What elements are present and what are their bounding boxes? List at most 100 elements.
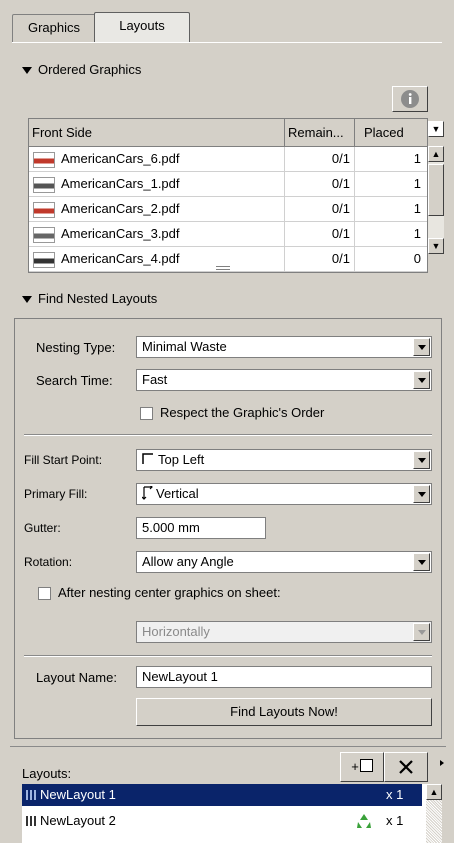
car-thumbnail-icon [33, 226, 55, 243]
car-thumbnail-icon [33, 176, 55, 193]
nesting-type-label: Nesting Type: [36, 340, 116, 355]
layouts-scrollbar[interactable]: ▲ [426, 784, 442, 843]
delete-layout-button[interactable] [384, 752, 428, 782]
search-time-label: Search Time: [36, 373, 113, 388]
layout-item-count: x 1 [386, 813, 404, 828]
table-row[interactable]: AmericanCars_1.pdf 0/1 1 [29, 172, 427, 197]
ordered-graphics-title: Ordered Graphics [38, 62, 142, 77]
find-layouts-now-label: Find Layouts Now! [230, 704, 338, 719]
divider [10, 746, 446, 747]
find-nested-header[interactable]: Find Nested Layouts [22, 291, 157, 306]
find-nested-title: Find Nested Layouts [38, 291, 158, 306]
cell-remaining: 0/1 [285, 172, 355, 196]
layouts-label: Layouts: [22, 766, 72, 781]
divider [24, 434, 432, 436]
cell-name: AmericanCars_1.pdf [29, 172, 285, 196]
graphic-name: AmericanCars_2.pdf [61, 201, 180, 216]
chevron-down-icon [413, 623, 430, 641]
scroll-down-arrow-icon[interactable]: ▼ [428, 238, 444, 254]
cell-remaining: 0/1 [285, 247, 355, 271]
add-layout-label: + [351, 759, 359, 774]
menu-arrow-icon[interactable] [440, 760, 444, 766]
scroll-thumb[interactable] [428, 164, 444, 216]
add-layout-button[interactable]: + [340, 752, 384, 782]
cell-name: AmericanCars_3.pdf [29, 222, 285, 246]
chevron-down-icon[interactable] [413, 451, 430, 469]
car-thumbnail-icon [33, 251, 55, 268]
cell-placed: 1 [413, 226, 421, 241]
gutter-value: 5.000 mm [142, 520, 200, 535]
graphic-name: AmericanCars_3.pdf [61, 226, 180, 241]
layout-item-count: x 1 [386, 787, 404, 802]
find-layouts-now-button[interactable]: Find Layouts Now! [136, 698, 432, 726]
cell-placed: 0 [413, 251, 421, 266]
layout-item[interactable]: NewLayout 1 x 1 [22, 784, 422, 806]
column-remaining[interactable]: Remain... [285, 119, 355, 146]
cell-remaining: 0/1 [285, 147, 355, 171]
center-graphics-checkbox[interactable] [38, 587, 51, 600]
nesting-type-select[interactable]: Minimal Waste [136, 336, 432, 358]
layout-name-input[interactable]: NewLayout 1 [136, 666, 432, 688]
table-row[interactable]: AmericanCars_6.pdf 0/1 1 [29, 147, 427, 172]
search-time-select[interactable]: Fast [136, 369, 432, 391]
layout-item[interactable]: NewLayout 2 x 1 [22, 810, 422, 832]
ordered-graphics-table: Front Side Remain... Placed AmericanCars… [28, 118, 428, 273]
tab-layouts[interactable]: Layouts [94, 12, 190, 43]
primary-fill-value: Vertical [156, 486, 199, 501]
scroll-up-arrow-icon[interactable]: ▲ [426, 784, 442, 800]
car-thumbnail-icon [33, 201, 55, 218]
recycle-icon [357, 814, 371, 828]
fill-start-value: Top Left [158, 452, 205, 467]
new-layout-icon [359, 759, 373, 772]
column-placed[interactable]: Placed [355, 119, 425, 146]
center-graphics-label: After nesting center graphics on sheet: [58, 585, 281, 600]
rotation-select[interactable]: Allow any Angle [136, 551, 432, 573]
gutter-label: Gutter: [24, 521, 61, 535]
top-left-corner-icon [142, 453, 153, 464]
cell-remaining: 0/1 [285, 197, 355, 221]
chevron-down-icon[interactable] [413, 338, 430, 356]
chevron-down-icon[interactable] [413, 553, 430, 571]
scroll-up-arrow-icon[interactable]: ▲ [428, 146, 444, 162]
tab-layouts-label: Layouts [119, 18, 165, 33]
table-header: Front Side Remain... Placed [29, 119, 427, 147]
layout-item-name: NewLayout 1 [40, 787, 116, 802]
table-scrollbar[interactable]: ▲ ▼ [428, 146, 444, 254]
primary-fill-label: Primary Fill: [24, 487, 88, 501]
graphic-name: AmericanCars_1.pdf [61, 176, 180, 191]
cell-placed: 1 [413, 151, 421, 166]
fill-start-label: Fill Start Point: [24, 453, 103, 467]
scroll-to-end-icon[interactable]: ▼ [428, 121, 444, 137]
center-direction-select: Horizontally [136, 621, 432, 643]
collapse-triangle-icon [22, 67, 32, 75]
ordered-graphics-header[interactable]: Ordered Graphics [22, 62, 141, 77]
respect-order-checkbox[interactable] [140, 407, 153, 420]
cell-name: AmericanCars_2.pdf [29, 197, 285, 221]
table-row[interactable]: AmericanCars_3.pdf 0/1 1 [29, 222, 427, 247]
search-time-value: Fast [142, 372, 168, 387]
tab-divider [12, 42, 442, 43]
layout-name-label: Layout Name: [36, 670, 117, 685]
table-row[interactable]: AmericanCars_2.pdf 0/1 1 [29, 197, 427, 222]
chevron-down-icon[interactable] [413, 371, 430, 389]
center-direction-value: Horizontally [142, 624, 210, 639]
cell-placed: 1 [413, 176, 421, 191]
rotation-value: Allow any Angle [142, 554, 234, 569]
splitter-grip[interactable] [216, 266, 230, 270]
primary-fill-select[interactable]: Vertical [136, 483, 432, 505]
fill-start-select[interactable]: Top Left [136, 449, 432, 471]
gutter-input[interactable]: 5.000 mm [136, 517, 266, 539]
info-button[interactable] [392, 86, 428, 112]
tab-graphics[interactable]: Graphics [12, 14, 96, 43]
vertical-fill-arrow-icon [141, 484, 153, 500]
column-front-side[interactable]: Front Side [29, 119, 285, 146]
divider [24, 655, 432, 657]
layout-item-name: NewLayout 2 [40, 813, 116, 828]
close-icon [399, 760, 413, 774]
tab-graphics-label: Graphics [27, 20, 81, 35]
rotation-label: Rotation: [24, 555, 73, 569]
graphic-name: AmericanCars_4.pdf [61, 251, 180, 266]
chevron-down-icon[interactable] [413, 485, 430, 503]
layout-grid-icon [26, 816, 36, 826]
car-thumbnail-icon [33, 151, 55, 168]
